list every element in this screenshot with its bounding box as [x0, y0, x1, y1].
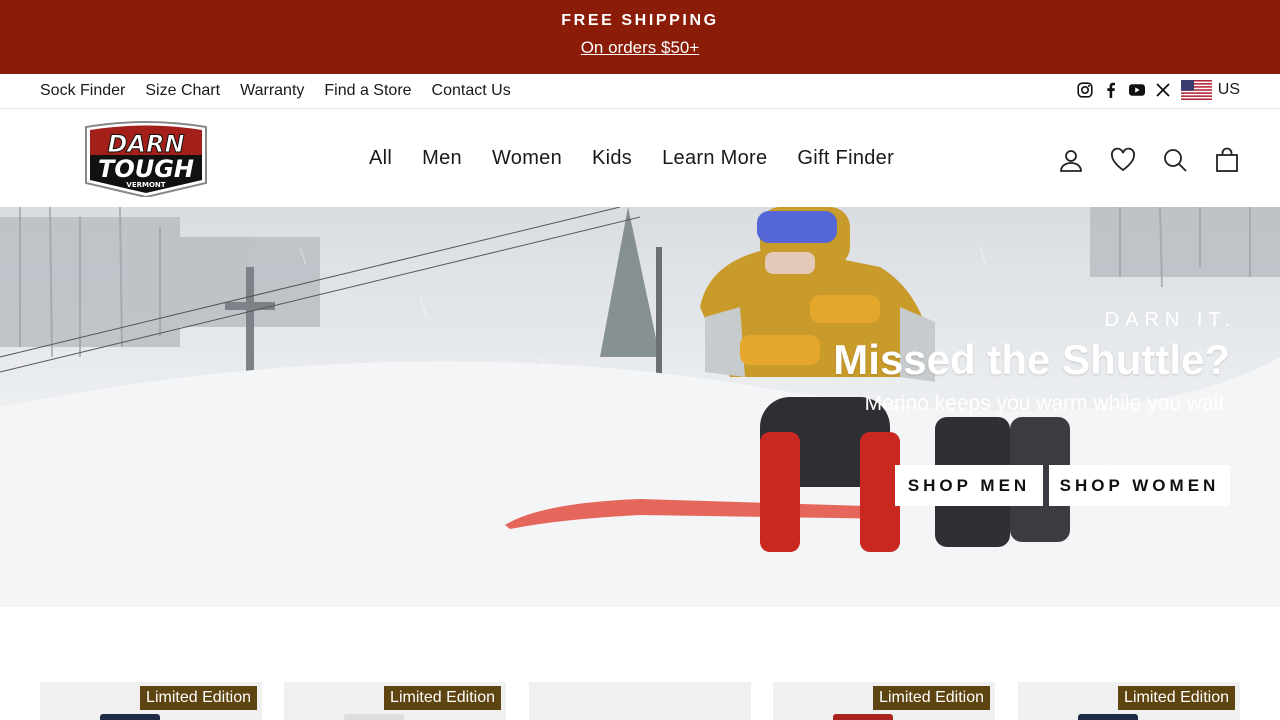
us-flag-icon[interactable]: [1180, 80, 1212, 100]
hero-text: DARN IT. Missed the Shuttle? Merino keep…: [833, 309, 1230, 416]
announcement-link[interactable]: On orders $50+: [581, 38, 700, 57]
youtube-icon[interactable]: [1128, 82, 1145, 98]
product-grid: Limited Edition Limited Edition Limited …: [40, 682, 1240, 720]
nav-women[interactable]: Women: [492, 147, 562, 170]
utility-right: US: [1077, 80, 1240, 100]
product-card[interactable]: Limited Edition: [284, 682, 506, 720]
product-card[interactable]: Limited Edition: [1018, 682, 1240, 720]
hero-banner: DARN IT. Missed the Shuttle? Merino keep…: [0, 207, 1280, 607]
product-card[interactable]: [529, 682, 751, 720]
instagram-icon[interactable]: [1077, 82, 1093, 98]
utility-link-warranty[interactable]: Warranty: [240, 82, 304, 100]
announcement-bar: FREE SHIPPING On orders $50+: [0, 0, 1280, 74]
product-image: [100, 714, 160, 720]
product-image: [344, 714, 404, 720]
utility-link-contact-us[interactable]: Contact Us: [432, 82, 511, 100]
hero-buttons: SHOP MEN SHOP WOMEN: [895, 465, 1230, 506]
hero-title: Missed the Shuttle?: [833, 336, 1230, 383]
account-icon[interactable]: [1058, 147, 1084, 173]
shop-women-button[interactable]: SHOP WOMEN: [1049, 465, 1230, 506]
hero-eyebrow: DARN IT.: [1104, 309, 1236, 331]
x-icon[interactable]: [1155, 82, 1171, 98]
hero-subtitle: Merino keeps you warm while you wait.: [864, 392, 1230, 415]
utility-bar: Sock Finder Size Chart Warranty Find a S…: [0, 74, 1280, 109]
nav-gift-finder[interactable]: Gift Finder: [797, 147, 894, 170]
product-card[interactable]: Limited Edition: [40, 682, 262, 720]
wishlist-heart-icon[interactable]: [1110, 147, 1136, 173]
site-header: DARN TOUGH VERMONT All Men Women Kids Le…: [0, 109, 1280, 207]
nav-men[interactable]: Men: [422, 147, 462, 170]
utility-links: Sock Finder Size Chart Warranty Find a S…: [40, 82, 511, 100]
announcement-title: FREE SHIPPING: [561, 12, 719, 29]
cart-icon[interactable]: [1214, 147, 1240, 173]
facebook-icon[interactable]: [1103, 82, 1119, 98]
product-card[interactable]: Limited Edition: [773, 682, 995, 720]
darn-tough-logo[interactable]: DARN TOUGH VERMONT: [82, 121, 210, 199]
header-icons: [1058, 147, 1240, 173]
nav-kids[interactable]: Kids: [592, 147, 632, 170]
limited-edition-badge: Limited Edition: [873, 686, 990, 710]
announcement-link-wrap: On orders $50+: [0, 38, 1280, 58]
nav-all[interactable]: All: [369, 147, 392, 170]
utility-link-find-a-store[interactable]: Find a Store: [324, 82, 411, 100]
product-image: [833, 714, 893, 720]
search-icon[interactable]: [1162, 147, 1188, 173]
utility-link-sock-finder[interactable]: Sock Finder: [40, 82, 125, 100]
limited-edition-badge: Limited Edition: [1118, 686, 1235, 710]
logo-text-tough: TOUGH: [98, 155, 194, 183]
limited-edition-badge: Limited Edition: [384, 686, 501, 710]
limited-edition-badge: Limited Edition: [140, 686, 257, 710]
logo-text-darn: DARN: [107, 130, 184, 158]
main-nav: All Men Women Kids Learn More Gift Finde…: [369, 147, 894, 170]
logo-text-vermont: VERMONT: [126, 181, 165, 189]
locale-label[interactable]: US: [1218, 81, 1240, 99]
product-image: [1078, 714, 1138, 720]
utility-link-size-chart[interactable]: Size Chart: [145, 82, 220, 100]
nav-learn-more[interactable]: Learn More: [662, 147, 767, 170]
shop-men-button[interactable]: SHOP MEN: [895, 465, 1043, 506]
